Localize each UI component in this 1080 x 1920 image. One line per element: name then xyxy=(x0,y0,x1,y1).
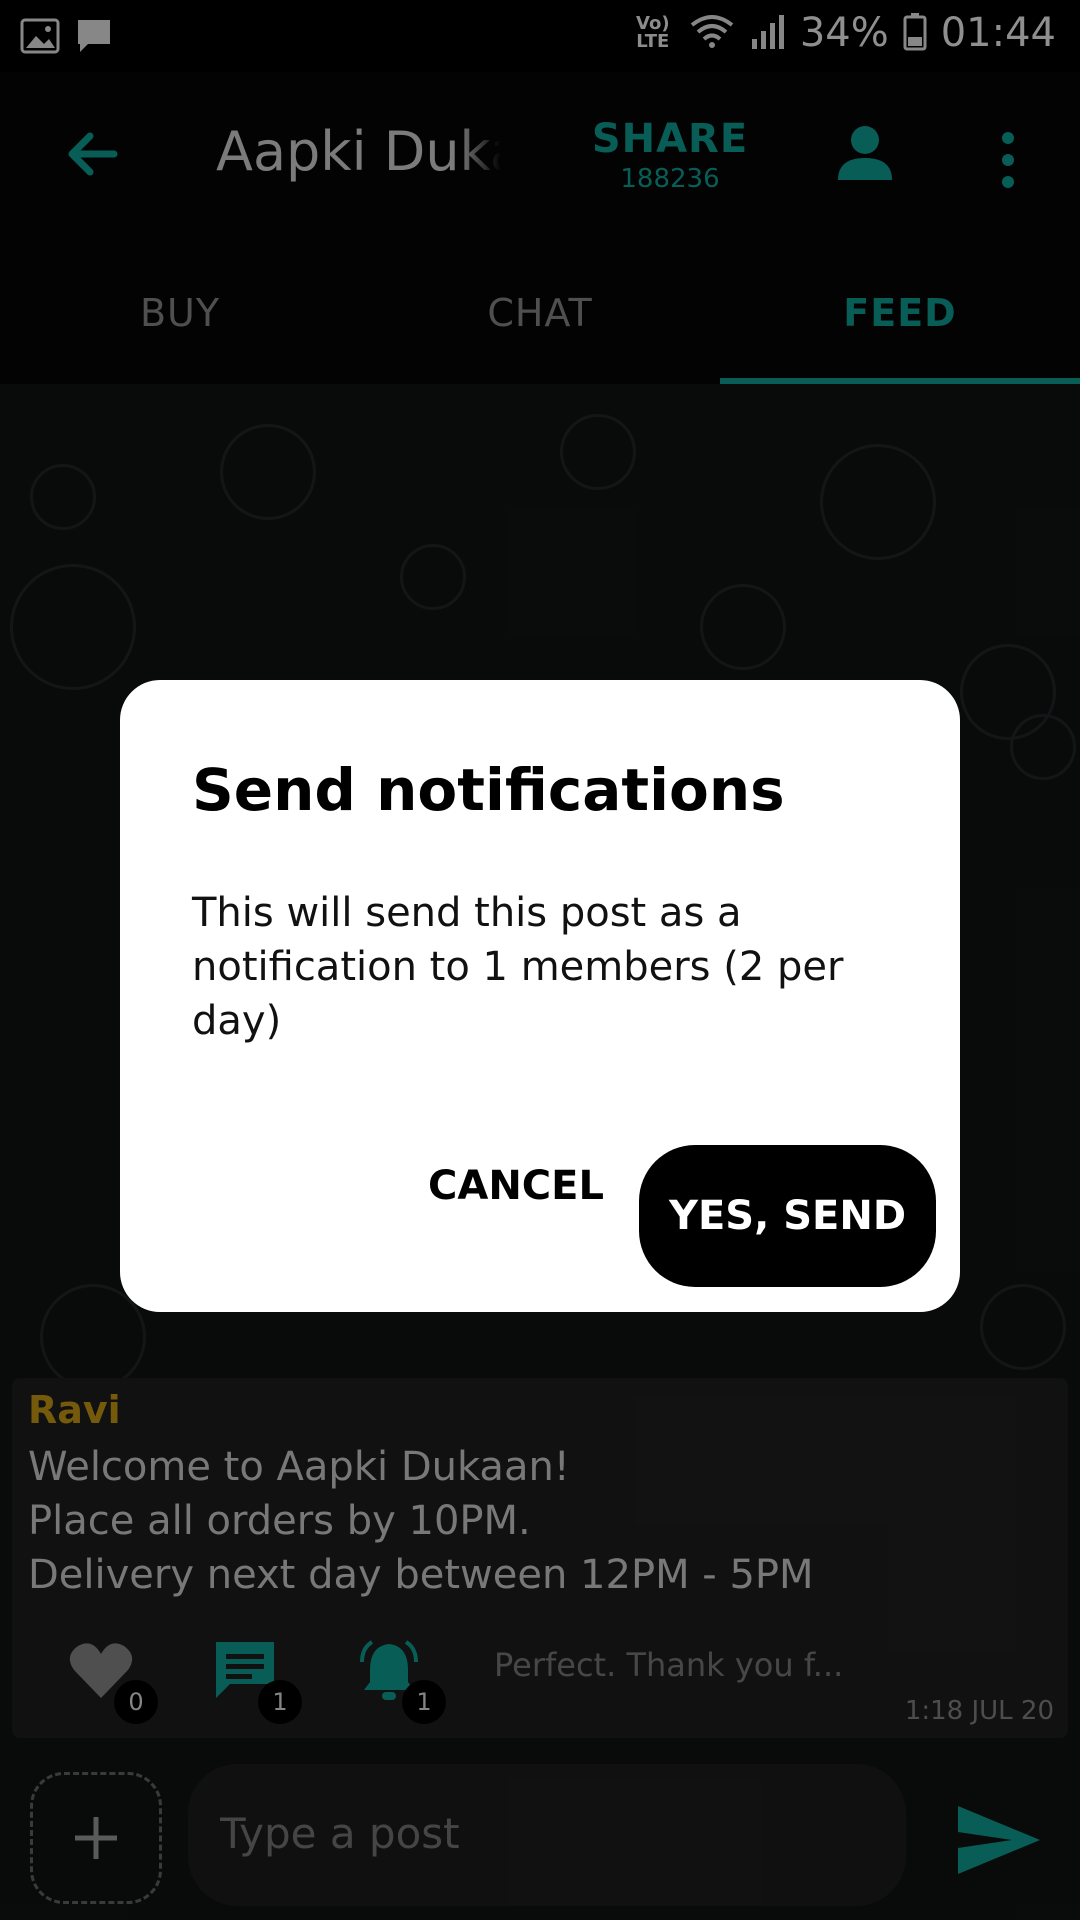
dialog-message: This will send this post as a notificati… xyxy=(192,890,844,1044)
dialog-title: Send notifications xyxy=(192,756,785,824)
send-notifications-dialog: Send notifications This will send this p… xyxy=(120,680,960,1312)
yes-send-button[interactable]: YES, SEND xyxy=(639,1145,936,1287)
cancel-button[interactable]: CANCEL xyxy=(416,1146,616,1226)
